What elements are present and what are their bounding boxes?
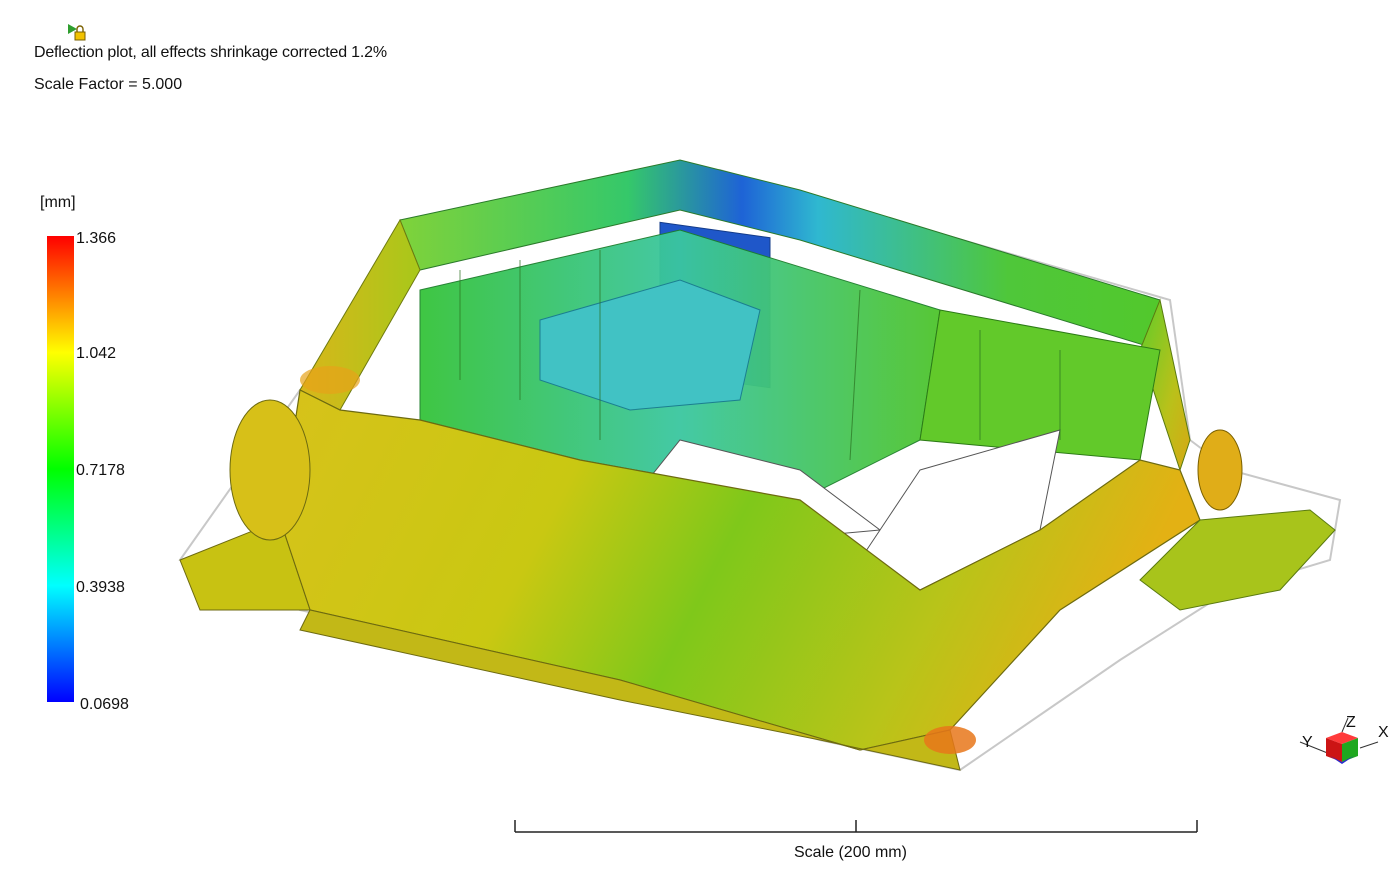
result-play-icon bbox=[68, 24, 86, 41]
plot-title: Deflection plot, all effects shrinkage c… bbox=[34, 44, 387, 61]
scale-bar-label: Scale (200 mm) bbox=[794, 844, 907, 861]
scale-factor-label: Scale Factor = 5.000 bbox=[34, 76, 183, 93]
triad-x-label: X bbox=[1378, 724, 1389, 741]
legend-tick-4: 0.3938 bbox=[76, 579, 125, 596]
legend-tick-2: 1.042 bbox=[76, 345, 117, 362]
triad-z-label: Z bbox=[1346, 714, 1356, 731]
legend-tick-min: 0.0698 bbox=[80, 696, 129, 713]
axis-triad[interactable]: Y Z X bbox=[1290, 712, 1394, 778]
legend-tick-3: 0.7178 bbox=[76, 462, 125, 479]
scale-bar bbox=[514, 820, 1198, 833]
legend-unit: [mm] bbox=[40, 194, 76, 211]
legend-color-bar bbox=[47, 236, 74, 702]
legend-tick-max: 1.366 bbox=[76, 230, 117, 247]
model-viewport[interactable] bbox=[160, 140, 1350, 800]
triad-y-label: Y bbox=[1302, 734, 1313, 751]
